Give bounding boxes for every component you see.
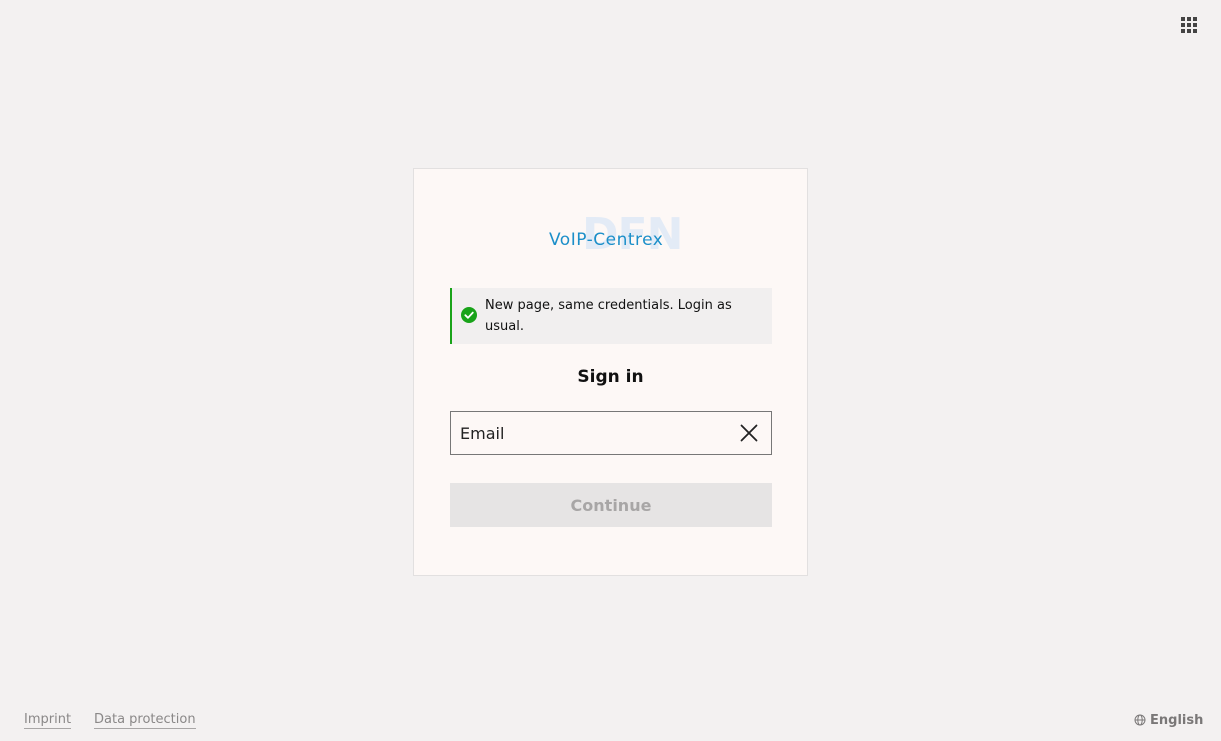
email-field-container — [450, 411, 772, 455]
logo: DFN VoIP-Centrex — [414, 209, 807, 260]
logo-product-name: VoIP-Centrex — [549, 230, 664, 250]
language-label: English — [1150, 712, 1204, 728]
email-field[interactable] — [451, 412, 731, 454]
imprint-link[interactable]: Imprint — [24, 712, 72, 729]
language-selector[interactable]: English — [1134, 712, 1203, 728]
check-circle-icon — [461, 307, 477, 323]
info-notice: New page, same credentials. Login as usu… — [450, 288, 772, 344]
login-page: DFN VoIP-Centrex New page, same credenti… — [0, 0, 1221, 741]
signin-title: Sign in — [577, 367, 644, 387]
notice-text: New page, same credentials. Login as usu… — [485, 298, 732, 334]
apps-grid-icon[interactable] — [1179, 15, 1199, 35]
login-card: DFN VoIP-Centrex New page, same credenti… — [413, 168, 808, 576]
data-protection-link[interactable]: Data protection — [94, 712, 196, 729]
globe-icon — [1134, 714, 1146, 726]
continue-button[interactable]: Continue — [450, 483, 772, 527]
close-icon[interactable] — [737, 421, 761, 445]
